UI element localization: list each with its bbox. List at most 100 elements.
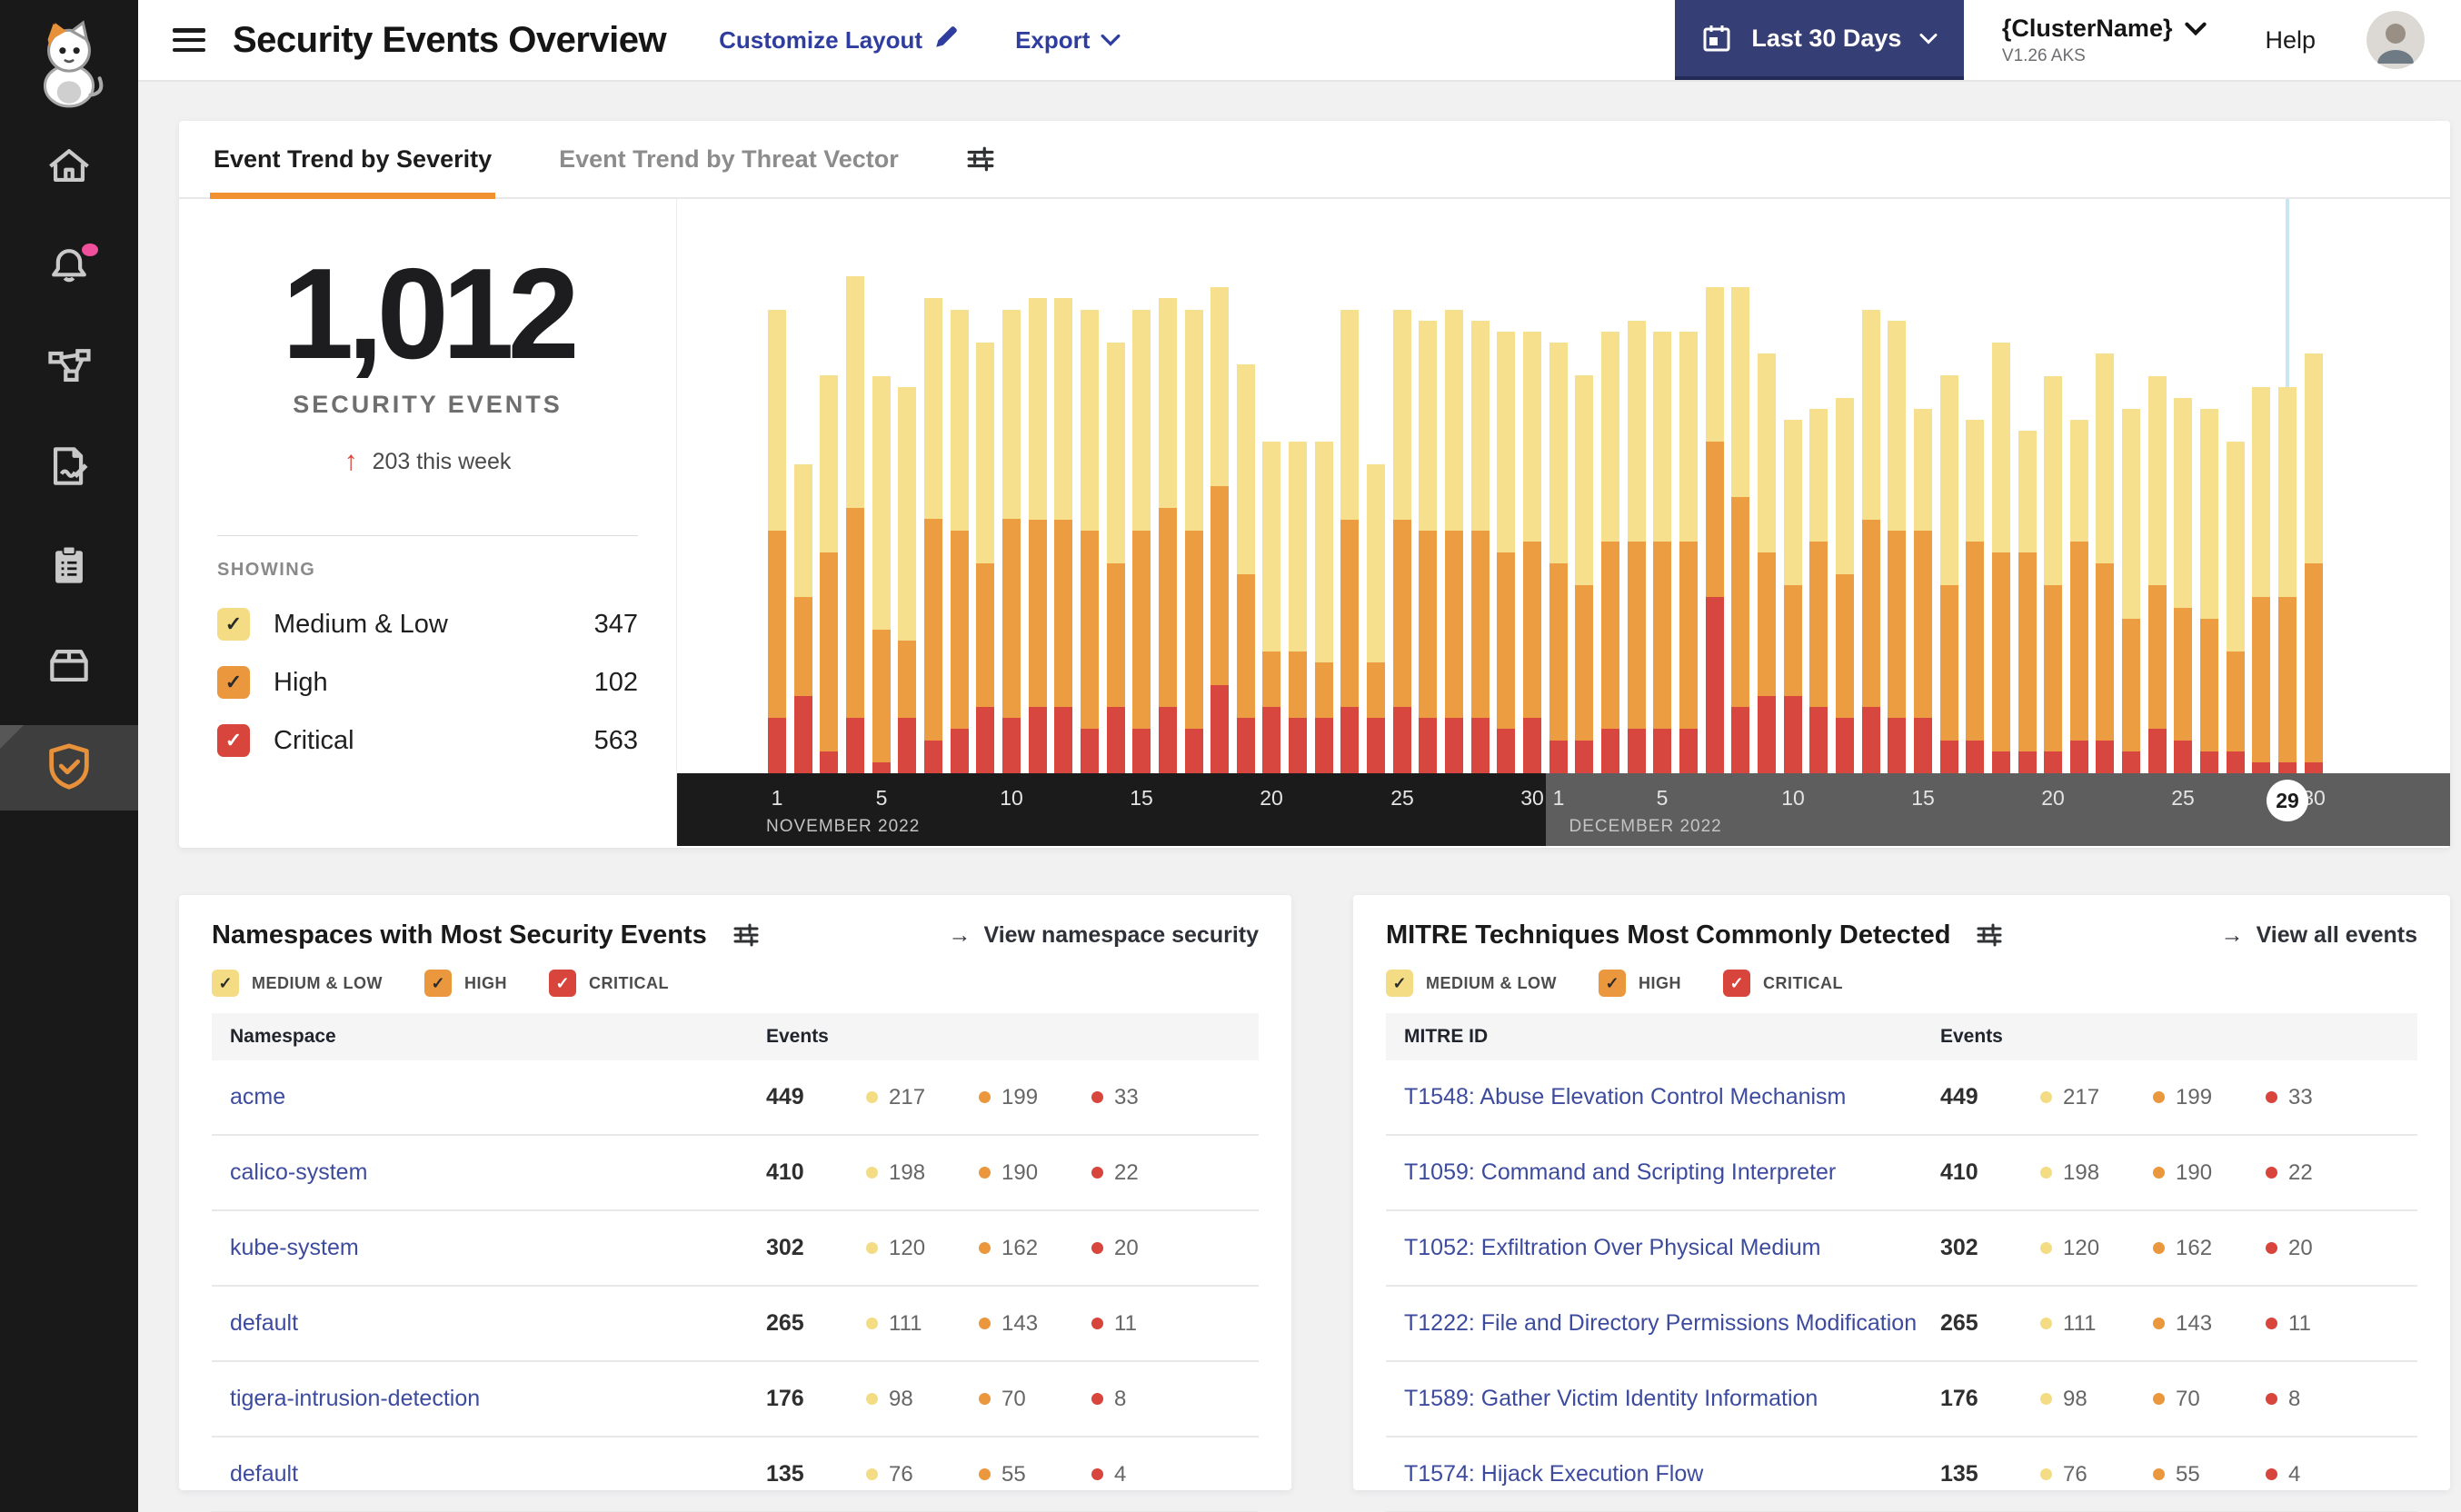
severity-checkbox[interactable]: ✓: [217, 608, 250, 642]
stacked-bar-day[interactable]: [2147, 375, 2167, 773]
stacked-bar-day[interactable]: [1575, 375, 1594, 773]
event-trend-chart[interactable]: 1 5 10 15 20 25 30 NOVEMBER 2022 1 5 10 15 20 25 30 DEC…: [677, 199, 2450, 846]
stacked-bar-day[interactable]: [923, 298, 942, 773]
stacked-bar-day[interactable]: [898, 386, 917, 773]
stacked-bar-day[interactable]: [1939, 375, 1958, 773]
hamburger-menu-icon[interactable]: [173, 28, 205, 52]
filter-chip-high[interactable]: ✓ HIGH: [423, 970, 507, 997]
stacked-bar-day[interactable]: [1601, 331, 1619, 773]
stacked-bar-day[interactable]: [2304, 353, 2323, 773]
stacked-bar-day[interactable]: [1913, 408, 1932, 773]
user-avatar[interactable]: [2366, 11, 2425, 69]
sidebar-item-inventory[interactable]: [0, 618, 138, 718]
filter-chip-critical[interactable]: ✓ CRITICAL: [548, 970, 669, 997]
help-link[interactable]: Help: [2265, 26, 2316, 55]
stacked-bar-day[interactable]: [1835, 397, 1854, 773]
stacked-bar-day[interactable]: [1158, 298, 1177, 773]
stacked-bar-day[interactable]: [1001, 309, 1021, 773]
sidebar-item-alerts[interactable]: [0, 218, 138, 318]
stacked-bar-day[interactable]: [2069, 420, 2088, 773]
stacked-bar-day[interactable]: [872, 375, 891, 773]
stacked-bar-day[interactable]: [1289, 442, 1308, 773]
sidebar-item-policies[interactable]: [0, 418, 138, 518]
severity-checkbox[interactable]: ✓: [1722, 970, 1750, 997]
row-name-link[interactable]: kube-system: [230, 1235, 766, 1261]
stacked-bar-day[interactable]: [2226, 442, 2245, 773]
stacked-bar-day[interactable]: [1497, 331, 1516, 773]
stacked-bar-day[interactable]: [1888, 320, 1907, 773]
stacked-bar-day[interactable]: [1262, 442, 1281, 773]
tab-event-trend-by-threat-vector[interactable]: Event Trend by Threat Vector: [559, 121, 899, 197]
export-dropdown[interactable]: Export: [1015, 26, 1121, 55]
stacked-bar-day[interactable]: [2200, 409, 2219, 773]
row-name-link[interactable]: acme: [230, 1084, 766, 1110]
filter-chip-medium-low[interactable]: ✓ MEDIUM & LOW: [1386, 970, 1557, 997]
sidebar-item-home[interactable]: [0, 118, 138, 218]
severity-checkbox[interactable]: ✓: [548, 970, 576, 997]
cluster-selector[interactable]: {ClusterName} V1.26 AKS: [2002, 15, 2207, 66]
filter-sliders-icon[interactable]: [732, 921, 760, 949]
stacked-bar-day[interactable]: [1106, 343, 1125, 773]
row-name-link[interactable]: T1548: Abuse Elevation Control Mechanism: [1404, 1084, 1940, 1110]
date-range-button[interactable]: Last 30 Days: [1674, 0, 1964, 80]
stacked-bar-day[interactable]: [1132, 309, 1151, 773]
stacked-bar-day[interactable]: [1523, 331, 1542, 773]
row-name-link[interactable]: T1222: File and Directory Permissions Mo…: [1404, 1310, 1940, 1337]
severity-checkbox[interactable]: ✓: [423, 970, 452, 997]
severity-checkbox[interactable]: ✓: [217, 724, 250, 758]
filter-chip-medium-low[interactable]: ✓ MEDIUM & LOW: [212, 970, 383, 997]
stacked-bar-day[interactable]: [1627, 320, 1646, 773]
stacked-bar-day[interactable]: [1054, 298, 1073, 773]
sidebar-item-threat-defense[interactable]: [0, 725, 138, 811]
stacked-bar-day[interactable]: [820, 375, 839, 773]
stacked-bar-day[interactable]: [1783, 420, 1802, 773]
current-day-badge[interactable]: 29: [2267, 780, 2308, 821]
severity-checkbox[interactable]: ✓: [1386, 970, 1413, 997]
stacked-bar-day[interactable]: [1419, 320, 1438, 773]
stacked-bar-day[interactable]: [1340, 309, 1360, 773]
severity-checkbox[interactable]: ✓: [1598, 970, 1626, 997]
stacked-bar-day[interactable]: [1861, 309, 1880, 773]
stacked-bar-day[interactable]: [1549, 342, 1568, 773]
row-name-link[interactable]: calico-system: [230, 1159, 766, 1186]
sidebar-item-compliance[interactable]: [0, 518, 138, 618]
stacked-bar-day[interactable]: [1028, 298, 1047, 773]
row-name-link[interactable]: tigera-intrusion-detection: [230, 1386, 766, 1412]
row-name-link[interactable]: default: [230, 1310, 766, 1337]
row-name-link[interactable]: T1059: Command and Scripting Interpreter: [1404, 1159, 1940, 1186]
stacked-bar-day[interactable]: [768, 309, 786, 773]
stacked-bar-day[interactable]: [1809, 409, 1828, 773]
row-name-link[interactable]: T1589: Gather Victim Identity Informatio…: [1404, 1386, 1940, 1412]
stacked-bar-day[interactable]: [2122, 409, 2141, 773]
stacked-bar-day[interactable]: [1679, 331, 1698, 773]
stacked-bar-day[interactable]: [976, 343, 995, 773]
tab-event-trend-by-severity[interactable]: Event Trend by Severity: [209, 121, 496, 199]
stacked-bar-day[interactable]: [2278, 386, 2297, 773]
severity-checkbox[interactable]: ✓: [212, 970, 239, 997]
stacked-bar-day[interactable]: [950, 309, 969, 773]
severity-checkbox[interactable]: ✓: [217, 666, 250, 700]
stacked-bar-day[interactable]: [1991, 343, 2010, 773]
stacked-bar-day[interactable]: [1757, 353, 1776, 773]
stacked-bar-day[interactable]: [1445, 309, 1464, 773]
stacked-bar-day[interactable]: [1731, 287, 1750, 773]
filter-sliders-icon[interactable]: [1976, 921, 2003, 949]
stacked-bar-day[interactable]: [1080, 309, 1099, 773]
stacked-bar-day[interactable]: [1470, 320, 1490, 773]
stacked-bar-day[interactable]: [1966, 420, 1985, 773]
stacked-bar-day[interactable]: [2174, 397, 2193, 773]
stacked-bar-day[interactable]: [1367, 463, 1386, 773]
stacked-bar-day[interactable]: [2096, 353, 2115, 773]
chart-time-axis[interactable]: 1 5 10 15 20 25 30 NOVEMBER 2022 1 5 10 15 20 25 30 DEC…: [677, 773, 2450, 846]
stacked-bar-day[interactable]: [1236, 364, 1255, 773]
stacked-bar-day[interactable]: [1705, 287, 1724, 773]
stacked-bar-day[interactable]: [2252, 386, 2271, 773]
calico-cat-logo[interactable]: [0, 0, 138, 118]
stacked-bar-day[interactable]: [1653, 331, 1672, 773]
filter-chip-critical[interactable]: ✓ CRITICAL: [1722, 970, 1843, 997]
chart-settings-sliders-icon[interactable]: [966, 144, 995, 174]
stacked-bar-day[interactable]: [2044, 375, 2063, 773]
filter-chip-high[interactable]: ✓ HIGH: [1598, 970, 1681, 997]
stacked-bar-day[interactable]: [793, 463, 812, 773]
row-name-link[interactable]: default: [230, 1461, 766, 1487]
